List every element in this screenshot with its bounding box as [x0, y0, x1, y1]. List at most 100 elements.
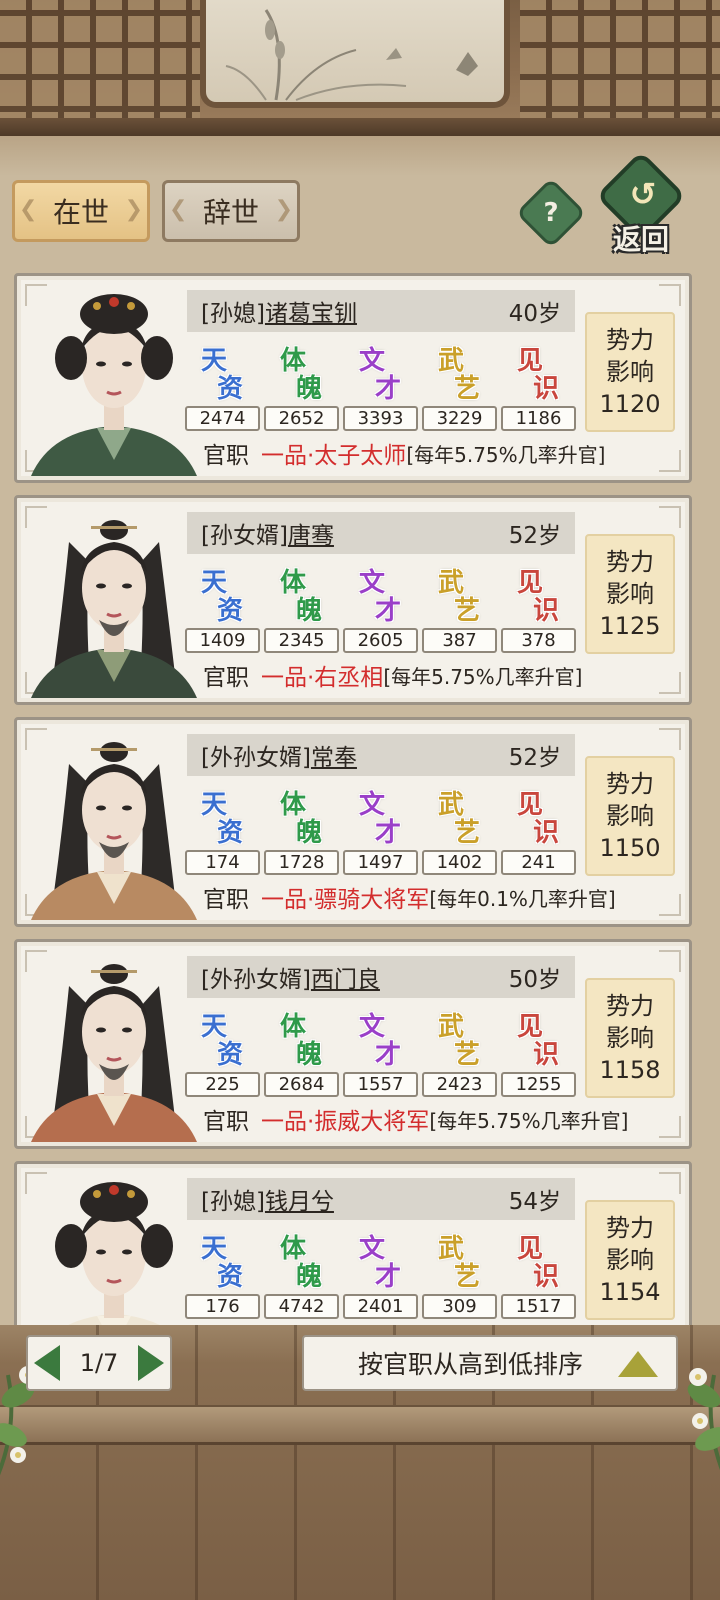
- member-card[interactable]: [孙女婿] 唐骞 52岁天资体魄文才武艺见识 1409 2345 2605 387 378 官职…: [14, 495, 692, 705]
- influence-value: 1120: [599, 390, 661, 418]
- member-card[interactable]: [外孙女婿] 常奉 52岁天资体魄文才武艺见识 174 1728 1497 1402 241 官…: [14, 717, 692, 927]
- help-button[interactable]: ?: [515, 177, 587, 249]
- attribute-char-2: 魄: [296, 596, 323, 626]
- chevron-right-icon: ❯: [124, 197, 143, 222]
- attribute-label: 见识: [499, 560, 578, 626]
- member-relation: [外孙女婿]: [201, 967, 311, 993]
- office-line: 官职 一品·太子太师 [每年5.75%几率升官]: [203, 436, 605, 470]
- member-name-bar: [孙媳] 诸葛宝钏 40岁: [187, 290, 575, 332]
- attribute-value: 174: [185, 850, 260, 875]
- card-corner-ornament: [659, 506, 681, 528]
- sort-ascending-icon: [618, 1351, 658, 1377]
- office-label: 官职: [203, 443, 249, 469]
- influence-box: 势力 影响 1154: [585, 1200, 675, 1320]
- member-list[interactable]: [孙媳] 诸葛宝钏 40岁天资体魄文才武艺见识 2474 2652 3393 3229 118…: [14, 273, 692, 1325]
- member-name: [外孙女婿] 常奉: [201, 738, 357, 772]
- attribute-values: 225 2684 1557 2423 1255: [185, 1072, 579, 1098]
- attribute-value: 1728: [264, 850, 339, 875]
- member-age: 52岁: [508, 745, 561, 771]
- chevron-left-icon: ❮: [19, 197, 38, 222]
- attribute-char-2: 艺: [454, 1040, 481, 1070]
- attribute-value: 2401: [343, 1294, 418, 1319]
- member-name-link[interactable]: 常奉: [311, 738, 357, 772]
- office-line: 官职 一品·振威大将军 [每年5.75%几率升官]: [203, 1102, 628, 1136]
- attribute-value: 309: [422, 1294, 497, 1319]
- member-portrait: [31, 742, 197, 920]
- attribute-char-2: 识: [533, 818, 560, 848]
- attribute-label: 见识: [499, 1226, 578, 1292]
- next-page-icon[interactable]: [138, 1345, 164, 1381]
- attribute-label: 文才: [341, 1226, 420, 1292]
- tab-alive-label: 在世: [52, 196, 109, 229]
- member-portrait: [31, 294, 197, 476]
- attribute-value: 378: [501, 628, 576, 653]
- influence-label-1: 势力: [606, 548, 654, 576]
- page-indicator: 1/7: [79, 1349, 119, 1377]
- attribute-value: 1497: [343, 850, 418, 875]
- tab-deceased-label: 辞世: [202, 196, 259, 229]
- influence-label-2: 影响: [606, 358, 654, 386]
- influence-value: 1158: [599, 1056, 661, 1084]
- attribute-char-2: 资: [217, 596, 244, 626]
- attribute-label: 体魄: [262, 338, 341, 404]
- sort-label: 按官职从高到低排序: [358, 1350, 584, 1379]
- member-name-link[interactable]: 西门良: [311, 960, 380, 994]
- attribute-char-2: 魄: [296, 1262, 323, 1292]
- sort-button[interactable]: 按官职从高到低排序: [302, 1335, 678, 1391]
- influence-box: 势力 影响 1150: [585, 756, 675, 876]
- promotion-note: [每年5.75%几率升官]: [406, 442, 606, 467]
- attribute-char-2: 才: [375, 1262, 402, 1292]
- attribute-value: 1517: [501, 1294, 576, 1319]
- attribute-value: 2652: [264, 406, 339, 431]
- member-portrait: [31, 520, 197, 698]
- member-name-bar: [外孙女婿] 常奉 52岁: [187, 734, 575, 776]
- attribute-label: 天资: [183, 1004, 262, 1070]
- back-label: 返回: [612, 223, 669, 256]
- member-name-link[interactable]: 诸葛宝钏: [265, 294, 357, 328]
- attribute-labels: 天资体魄文才武艺见识: [183, 338, 579, 404]
- back-button[interactable]: ↺ 返回: [595, 150, 687, 260]
- attribute-char-2: 艺: [454, 596, 481, 626]
- member-name-link[interactable]: 钱月兮: [265, 1182, 334, 1216]
- member-name: [孙媳] 钱月兮: [201, 1182, 334, 1216]
- help-icon: ?: [543, 198, 559, 228]
- member-age: 50岁: [508, 967, 561, 993]
- member-portrait: [31, 964, 197, 1142]
- member-name-bar: [孙媳] 钱月兮 54岁: [187, 1178, 575, 1220]
- attribute-label: 武艺: [420, 338, 499, 404]
- attribute-value: 1409: [185, 628, 260, 653]
- card-corner-ornament: [659, 1116, 681, 1138]
- attribute-label: 文才: [341, 338, 420, 404]
- attribute-labels: 天资体魄文才武艺见识: [183, 782, 579, 848]
- attribute-label: 天资: [183, 338, 262, 404]
- pagination: 1/7: [26, 1335, 172, 1391]
- card-corner-ornament: [659, 450, 681, 472]
- attribute-label: 体魄: [262, 1226, 341, 1292]
- member-portrait: [55, 1182, 173, 1325]
- tab-alive[interactable]: ❮ 在世 ❯: [12, 180, 150, 242]
- office-title: 一品·太子太师: [261, 443, 407, 469]
- attribute-values: 174 1728 1497 1402 241: [185, 850, 579, 876]
- member-card[interactable]: [外孙女婿] 西门良 50岁天资体魄文才武艺见识 225 2684 1557 2423 125…: [14, 939, 692, 1149]
- attribute-label: 天资: [183, 1226, 262, 1292]
- attribute-label: 文才: [341, 782, 420, 848]
- office-line: 官职 一品·右丞相 [每年5.75%几率升官]: [203, 658, 582, 692]
- chevron-right-icon: ❯: [274, 197, 293, 222]
- prev-page-icon[interactable]: [34, 1345, 60, 1381]
- card-corner-ornament: [659, 1172, 681, 1194]
- attribute-value: 4742: [264, 1294, 339, 1319]
- attribute-value: 225: [185, 1072, 260, 1097]
- promotion-note: [每年5.75%几率升官]: [383, 664, 583, 689]
- member-card[interactable]: [孙媳] 诸葛宝钏 40岁天资体魄文才武艺见识 2474 2652 3393 3229 118…: [14, 273, 692, 483]
- attribute-char-2: 识: [533, 374, 560, 404]
- tab-deceased[interactable]: ❮ 辞世 ❯: [162, 180, 300, 242]
- attribute-value: 3229: [422, 406, 497, 431]
- influence-label-2: 影响: [606, 580, 654, 608]
- member-card[interactable]: [孙媳] 钱月兮 54岁天资体魄文才武艺见识 176 4742 2401 309 1517 势力…: [14, 1161, 692, 1325]
- attribute-label: 武艺: [420, 560, 499, 626]
- attribute-char-2: 才: [375, 596, 402, 626]
- attribute-label: 天资: [183, 782, 262, 848]
- member-name-link[interactable]: 唐骞: [288, 516, 334, 550]
- member-name: [孙媳] 诸葛宝钏: [201, 294, 357, 328]
- attribute-label: 体魄: [262, 1004, 341, 1070]
